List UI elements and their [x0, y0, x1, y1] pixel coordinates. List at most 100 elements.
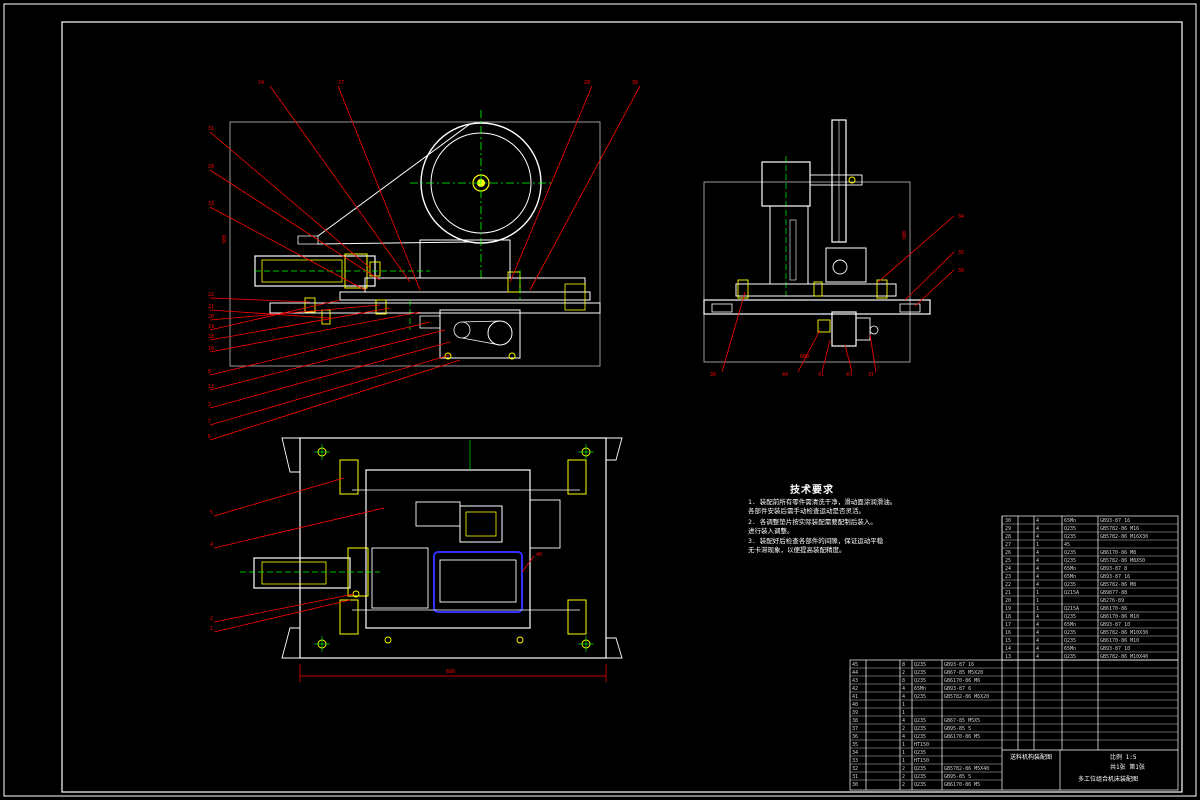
- svg-text:22: 22: [1005, 582, 1011, 588]
- svg-text:4: 4: [1036, 518, 1039, 524]
- svg-text:34: 34: [852, 750, 858, 756]
- svg-text:24: 24: [258, 80, 264, 86]
- svg-text:6: 6: [208, 434, 211, 440]
- svg-text:GB93-87 16: GB93-87 16: [1100, 574, 1130, 580]
- svg-text:GB6170-86 M5: GB6170-86 M5: [944, 782, 980, 788]
- svg-text:65Mn: 65Mn: [1064, 518, 1076, 524]
- svg-text:18: 18: [1005, 614, 1011, 620]
- svg-text:44: 44: [782, 372, 788, 378]
- highlighted-part: [433, 551, 523, 613]
- svg-text:GB5782-86 M10X30: GB5782-86 M10X30: [1100, 630, 1148, 636]
- svg-text:Q235: Q235: [1064, 550, 1076, 556]
- svg-text:4: 4: [1036, 630, 1039, 636]
- svg-text:Q235: Q235: [1064, 558, 1076, 564]
- svg-text:1: 1: [210, 626, 213, 632]
- cad-drawing-canvas: 24 27 28 30 3129 3322 2120 1918 168 123 76…: [3, 3, 1197, 797]
- svg-text:32: 32: [852, 766, 858, 772]
- svg-text:12: 12: [208, 384, 214, 390]
- svg-text:GB6170-86 M10: GB6170-86 M10: [1100, 638, 1139, 644]
- svg-text:Q235: Q235: [1064, 526, 1076, 532]
- svg-text:1: 1: [902, 742, 905, 748]
- svg-text:2: 2: [210, 616, 213, 622]
- svg-text:GB95-85 5: GB95-85 5: [944, 726, 971, 732]
- svg-text:39: 39: [852, 710, 858, 716]
- svg-text:65Mn: 65Mn: [1064, 622, 1076, 628]
- svg-text:14: 14: [1005, 646, 1011, 652]
- svg-text:5: 5: [210, 510, 213, 516]
- svg-text:GB276-89: GB276-89: [1100, 598, 1124, 604]
- svg-text:36: 36: [958, 268, 964, 274]
- svg-text:16: 16: [1005, 630, 1011, 636]
- svg-text:Q235: Q235: [1064, 614, 1076, 620]
- svg-text:2: 2: [902, 774, 905, 780]
- svg-text:GB5782-86 M8X50: GB5782-86 M8X50: [1100, 558, 1145, 564]
- svg-text:43: 43: [852, 678, 858, 684]
- title-block-scale: 比例 1:5: [1110, 754, 1137, 761]
- technical-note-2b: 进行装入调整。: [748, 527, 794, 535]
- svg-text:4: 4: [1036, 614, 1039, 620]
- side-view-leaders: [721, 215, 955, 373]
- svg-text:65Mn: 65Mn: [1064, 646, 1076, 652]
- svg-text:31: 31: [208, 126, 214, 132]
- svg-text:2: 2: [902, 766, 905, 772]
- svg-text:HT150: HT150: [914, 742, 929, 748]
- svg-text:22: 22: [208, 292, 214, 298]
- svg-text:GB6170-86 M5: GB6170-86 M5: [944, 734, 980, 740]
- svg-text:Q235: Q235: [1064, 534, 1076, 540]
- svg-text:GB93-87 16: GB93-87 16: [1100, 518, 1130, 524]
- svg-text:45: 45: [852, 662, 858, 668]
- title-block-name: 送料机构装配图: [1010, 754, 1053, 761]
- svg-text:4: 4: [1036, 654, 1039, 660]
- svg-text:GB5782-86 M16X30: GB5782-86 M16X30: [1100, 534, 1148, 540]
- svg-text:28: 28: [1005, 534, 1011, 540]
- svg-text:GB5782-86 M16: GB5782-86 M16: [1100, 526, 1139, 532]
- svg-text:4: 4: [1036, 622, 1039, 628]
- technical-requirements-title: 技术要求: [790, 485, 834, 496]
- svg-text:29: 29: [208, 164, 214, 170]
- svg-text:Q215A: Q215A: [1064, 606, 1079, 612]
- svg-text:31: 31: [852, 774, 858, 780]
- svg-text:43: 43: [846, 372, 852, 378]
- svg-text:38: 38: [852, 718, 858, 724]
- top-dim-width: 680: [446, 669, 455, 675]
- svg-text:65Mn: 65Mn: [1064, 566, 1076, 572]
- svg-text:4: 4: [1036, 646, 1039, 652]
- svg-text:4: 4: [1036, 558, 1039, 564]
- side-dim-height: 300: [902, 231, 908, 240]
- svg-text:Q235: Q235: [914, 718, 926, 724]
- svg-text:41: 41: [852, 694, 858, 700]
- svg-text:Q235: Q235: [914, 766, 926, 772]
- svg-text:4: 4: [1036, 566, 1039, 572]
- svg-text:26: 26: [1005, 550, 1011, 556]
- svg-text:GB9877-88: GB9877-88: [1100, 590, 1127, 596]
- title-block-drawing-name: 多工位组合机床装配图: [1078, 776, 1139, 783]
- svg-text:16: 16: [208, 346, 214, 352]
- svg-text:19: 19: [1005, 606, 1011, 612]
- top-view: [240, 437, 623, 682]
- svg-text:30: 30: [852, 782, 858, 788]
- side-dim-width: 680: [800, 354, 809, 360]
- svg-text:Q235: Q235: [914, 726, 926, 732]
- svg-text:GB95-85 5: GB95-85 5: [944, 774, 971, 780]
- svg-text:40: 40: [852, 702, 858, 708]
- svg-text:GB93-87 16: GB93-87 16: [944, 662, 974, 668]
- top-view-leaders: [213, 477, 535, 633]
- svg-text:7: 7: [208, 419, 211, 425]
- svg-text:34: 34: [958, 214, 964, 220]
- svg-text:24: 24: [1005, 566, 1011, 572]
- svg-text:44: 44: [852, 670, 858, 676]
- technical-note-3b: 无卡滞现象，以便提高装配精度。: [748, 546, 846, 554]
- svg-text:20: 20: [1005, 598, 1011, 604]
- svg-text:4: 4: [1036, 574, 1039, 580]
- svg-text:29: 29: [1005, 526, 1011, 532]
- svg-text:4: 4: [902, 718, 905, 724]
- svg-text:37: 37: [868, 372, 874, 378]
- svg-text:15: 15: [1005, 638, 1011, 644]
- svg-text:Q235: Q235: [914, 750, 926, 756]
- svg-text:GB93-87 6: GB93-87 6: [944, 686, 971, 692]
- svg-text:1: 1: [902, 750, 905, 756]
- svg-text:20: 20: [208, 314, 214, 320]
- svg-text:GB93-87 10: GB93-87 10: [1100, 646, 1130, 652]
- svg-text:1: 1: [902, 702, 905, 708]
- svg-text:1: 1: [902, 710, 905, 716]
